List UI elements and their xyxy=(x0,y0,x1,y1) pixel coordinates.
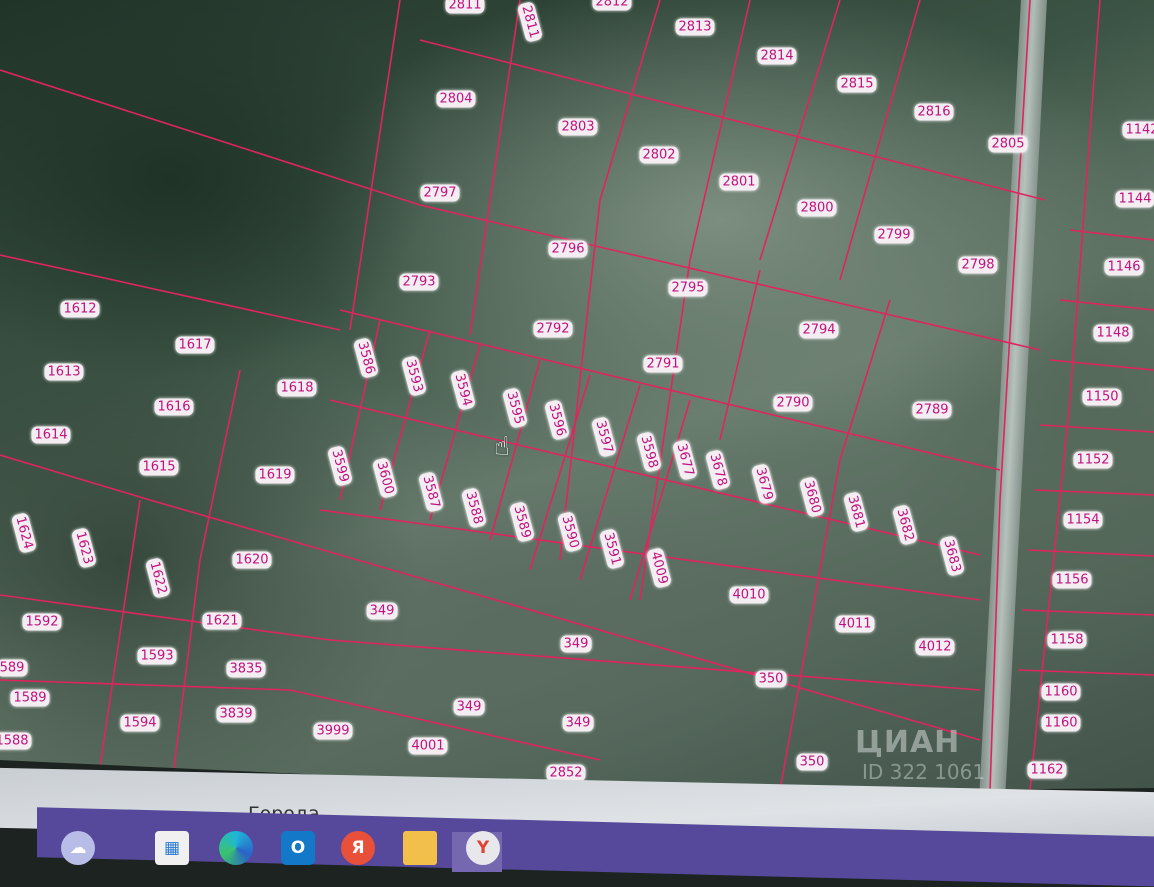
parcel-label[interactable]: 2813 xyxy=(675,18,715,36)
parcel-label[interactable]: 2799 xyxy=(874,226,914,244)
parcel-label[interactable]: 1614 xyxy=(31,426,71,444)
parcel-label[interactable]: 1613 xyxy=(44,363,84,381)
parcel-label[interactable]: 350 xyxy=(796,753,828,771)
parcel-label[interactable]: 2791 xyxy=(643,355,683,373)
parcel-label[interactable]: 1592 xyxy=(22,613,62,631)
parcel-label[interactable]: 2797 xyxy=(420,184,460,202)
parcel-label[interactable]: 2798 xyxy=(958,256,998,274)
parcel-label[interactable]: 4012 xyxy=(915,638,955,656)
parcel-label[interactable]: 1594 xyxy=(120,714,160,732)
parcel-label[interactable]: 4011 xyxy=(835,615,875,633)
parcel-label[interactable]: 349 xyxy=(366,602,398,620)
parcel-label[interactable]: 4001 xyxy=(408,737,448,755)
parcel-label[interactable]: 2805 xyxy=(988,135,1028,153)
parcel-label[interactable]: 1589 xyxy=(10,689,50,707)
parcel-label[interactable]: 2803 xyxy=(558,118,598,136)
watermark-id: ID 322 1061 xyxy=(862,760,986,784)
parcel-label[interactable]: 1160 xyxy=(1041,683,1081,701)
parcel-label[interactable]: 3999 xyxy=(313,722,353,740)
parcel-label[interactable]: 2801 xyxy=(719,173,759,191)
parcel-label[interactable]: 2814 xyxy=(757,47,797,65)
parcel-label[interactable]: 1615 xyxy=(139,458,179,476)
parcel-label[interactable]: 4010 xyxy=(729,586,769,604)
parcel-label[interactable]: 2795 xyxy=(668,279,708,297)
parcel-label[interactable]: 2802 xyxy=(639,146,679,164)
parcel-label[interactable]: 589 xyxy=(0,659,28,677)
cloud-icon[interactable]: ☁ xyxy=(61,831,95,865)
parcel-label[interactable]: 349 xyxy=(562,714,594,732)
edge-icon[interactable] xyxy=(219,831,253,865)
parcel-label[interactable]: 2815 xyxy=(837,75,877,93)
parcel-label[interactable]: 1150 xyxy=(1082,388,1122,406)
parcel-label[interactable]: 1588 xyxy=(0,732,32,750)
parcel-label[interactable]: 2812 xyxy=(592,0,632,11)
parcel-label[interactable]: 1593 xyxy=(137,647,177,665)
parcel-label[interactable]: 1621 xyxy=(202,612,242,630)
store-icon[interactable]: ▦ xyxy=(155,831,189,865)
parcel-label[interactable]: 1152 xyxy=(1073,451,1113,469)
parcel-label[interactable]: 2789 xyxy=(912,401,952,419)
parcel-label[interactable]: 3839 xyxy=(216,705,256,723)
yandex-browser-icon[interactable]: Y xyxy=(466,831,500,865)
parcel-label[interactable]: 2800 xyxy=(797,199,837,217)
cadastral-map[interactable]: 2811281128122813281428152816280511422804… xyxy=(0,0,1154,792)
parcel-label[interactable]: 1148 xyxy=(1093,324,1133,342)
parcel-label[interactable]: 2796 xyxy=(548,240,588,258)
parcel-label[interactable]: 1612 xyxy=(60,300,100,318)
parcel-label[interactable]: 2804 xyxy=(436,90,476,108)
yandex-icon[interactable]: Я xyxy=(341,831,375,865)
parcel-label[interactable]: 1619 xyxy=(255,466,295,484)
parcel-label[interactable]: 2793 xyxy=(399,273,439,291)
parcel-label[interactable]: 2816 xyxy=(914,103,954,121)
parcel-label[interactable]: 1617 xyxy=(175,336,215,354)
parcel-label[interactable]: 1154 xyxy=(1063,511,1103,529)
folder-icon[interactable] xyxy=(403,831,437,865)
watermark: ЦИАН xyxy=(855,725,961,760)
parcel-label[interactable]: 1144 xyxy=(1115,190,1154,208)
parcel-label[interactable]: 1146 xyxy=(1104,258,1144,276)
parcel-label[interactable]: 349 xyxy=(453,698,485,716)
hand-cursor-icon: ☝ xyxy=(494,432,510,462)
parcel-label[interactable]: 1616 xyxy=(154,398,194,416)
outlook-icon[interactable]: O xyxy=(281,831,315,865)
parcel-label[interactable]: 1158 xyxy=(1047,631,1087,649)
parcel-label[interactable]: 2794 xyxy=(799,321,839,339)
parcel-label[interactable]: 2792 xyxy=(533,320,573,338)
parcel-label[interactable]: 1142 xyxy=(1122,121,1154,139)
parcel-label[interactable]: 350 xyxy=(755,670,787,688)
parcel-label[interactable]: 1162 xyxy=(1027,761,1067,779)
parcel-label[interactable]: 1160 xyxy=(1041,714,1081,732)
parcel-label[interactable]: 2790 xyxy=(773,394,813,412)
parcel-label[interactable]: 349 xyxy=(560,635,592,653)
parcel-label[interactable]: 1618 xyxy=(277,379,317,397)
parcel-label[interactable]: 3835 xyxy=(226,660,266,678)
parcel-label[interactable]: 1156 xyxy=(1052,571,1092,589)
parcel-label[interactable]: 1620 xyxy=(232,551,272,569)
parcel-label[interactable]: 2811 xyxy=(445,0,485,14)
